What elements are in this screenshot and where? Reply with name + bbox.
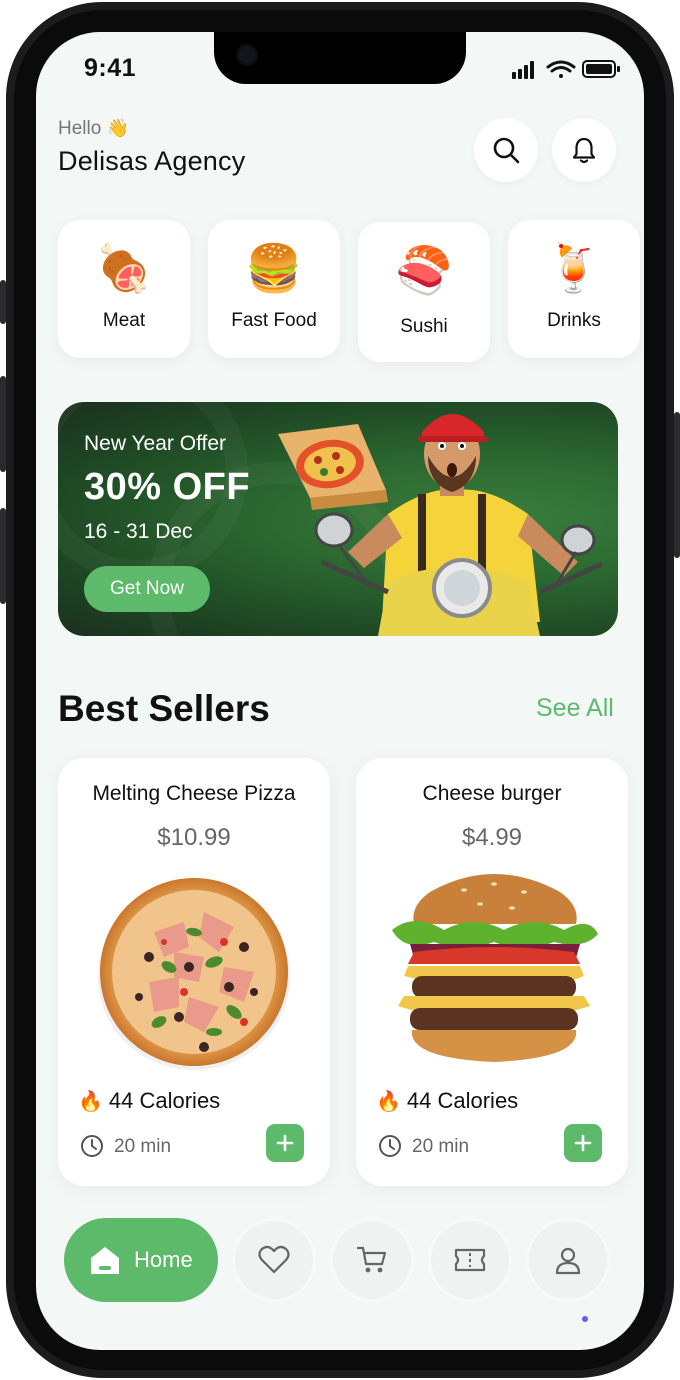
delivery-man-illustration [278, 414, 604, 636]
burger-icon: 🍔 [245, 242, 303, 294]
calories: 🔥 44 Calories [78, 1088, 220, 1114]
app-screen: 9:41 Hello 👋 Delisas Agency 🍖 Meat 🍔 Fas… [36, 32, 644, 1350]
category-meat[interactable]: 🍖 Meat [58, 220, 190, 358]
category-label: Fast Food [231, 310, 317, 331]
banner-discount: 30% OFF [84, 466, 251, 508]
tab-home-label: Home [134, 1247, 193, 1272]
power-button [674, 412, 680, 558]
get-now-button[interactable]: Get Now [84, 566, 210, 612]
plus-icon [276, 1134, 294, 1152]
category-label: Sushi [400, 316, 448, 337]
product-card-burger[interactable]: Cheese burger $4.99 🔥 44 Calories 20 min [356, 758, 628, 1186]
see-all-link[interactable]: See All [536, 694, 614, 723]
pizza-box [278, 424, 388, 510]
status-time: 9:41 [84, 54, 137, 82]
search-icon [493, 137, 520, 164]
user-name: Delisas Agency [58, 146, 246, 176]
user-icon [555, 1247, 581, 1275]
tab-home[interactable]: Home [64, 1218, 218, 1302]
product-price: $10.99 [157, 824, 231, 851]
product-price: $4.99 [461, 824, 523, 851]
clock-icon [81, 1135, 103, 1157]
wifi-icon [546, 60, 576, 78]
banner-title: New Year Offer [84, 432, 227, 455]
tab-favorites[interactable] [232, 1218, 316, 1302]
front-camera [236, 44, 258, 66]
battery-icon [582, 60, 620, 78]
category-drinks[interactable]: 🍹 Drinks [508, 220, 640, 358]
calories-text: 44 Calories [108, 1088, 221, 1113]
category-sushi[interactable]: 🍣 Sushi [358, 222, 490, 362]
calories: 🔥 44 Calories [376, 1088, 518, 1114]
product-name: Melting Cheese Pizza [92, 782, 296, 805]
product-name: Cheese burger [422, 782, 562, 805]
greeting: Hello 👋 [58, 118, 129, 140]
tab-coupons[interactable] [428, 1218, 512, 1302]
fire-icon: 🔥 [78, 1091, 103, 1113]
add-to-cart-button[interactable] [564, 1124, 602, 1162]
page-indicator-dot [582, 1316, 588, 1322]
product-card-pizza[interactable]: Melting Cheese Pizza $10.99 🔥 44 Calorie… [58, 758, 330, 1186]
bell-icon [572, 137, 596, 164]
status-icons [512, 60, 620, 79]
cocktail-icon: 🍹 [545, 242, 603, 294]
sushi-icon: 🍣 [395, 244, 453, 296]
meat-icon: 🍖 [95, 242, 153, 294]
category-label: Meat [102, 310, 146, 331]
burger-image [392, 874, 598, 1062]
wave-icon: 👋 [106, 118, 130, 138]
signal-icon [512, 61, 534, 79]
prep-time: 20 min [114, 1136, 172, 1157]
plus-icon [574, 1134, 592, 1152]
fire-icon: 🔥 [376, 1091, 401, 1113]
volume-down-button [0, 508, 6, 604]
tab-cart[interactable] [330, 1218, 414, 1302]
category-fast-food[interactable]: 🍔 Fast Food [208, 220, 340, 358]
greeting-text: Hello [58, 118, 102, 139]
prep-time: 20 min [412, 1136, 470, 1157]
home-icon [91, 1247, 119, 1274]
volume-up-button [0, 376, 6, 472]
promo-banner[interactable]: New Year Offer 30% OFF 16 - 31 Dec Get N… [58, 402, 618, 636]
heart-icon [258, 1245, 290, 1274]
calories-text: 44 Calories [406, 1088, 519, 1113]
notch [214, 32, 466, 84]
banner-dates: 16 - 31 Dec [84, 520, 193, 543]
search-button[interactable] [474, 118, 538, 182]
add-to-cart-button[interactable] [266, 1124, 304, 1162]
pizza-image [98, 878, 290, 1070]
ticket-icon [454, 1248, 486, 1272]
cart-icon [356, 1246, 387, 1273]
notifications-button[interactable] [552, 118, 616, 182]
section-title: Best Sellers [58, 688, 270, 729]
category-label: Drinks [547, 310, 601, 331]
mute-switch [0, 280, 6, 324]
tab-profile[interactable] [526, 1218, 610, 1302]
clock-icon [379, 1135, 401, 1157]
